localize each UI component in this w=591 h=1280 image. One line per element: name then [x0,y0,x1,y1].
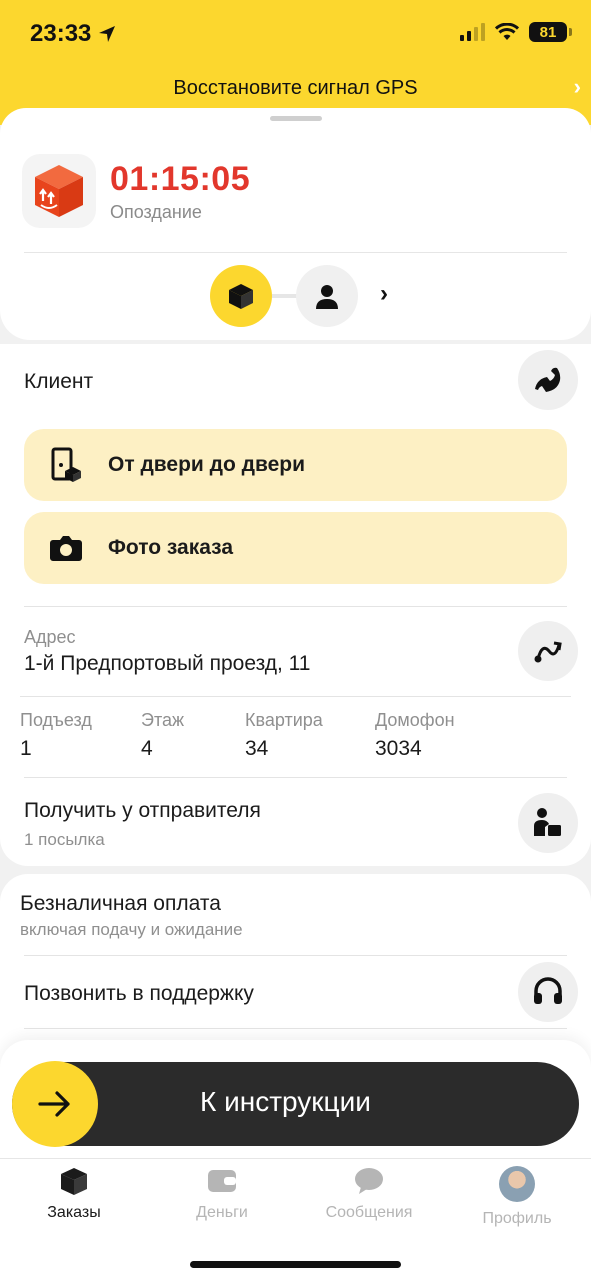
payment-subtitle: включая подачу и ожидание [20,920,243,939]
divider [24,606,567,607]
status-time: 23:33 [30,20,117,48]
pickup-title: Получить у отправителя [24,799,261,822]
pickup-subtitle: 1 посылка [24,830,105,849]
tab-orders[interactable]: Заказы [14,1166,134,1222]
status-bar: 23:33 81 Восстановите сигнал GPS › [0,0,591,125]
tab-money[interactable]: Деньги [162,1166,282,1222]
arrow-right-icon [38,1091,70,1117]
box-icon [229,284,253,309]
client-label: Клиент [24,370,94,393]
address-label: Адрес [24,627,76,647]
divider [20,696,571,697]
entrance-value: 1 [20,737,32,760]
intercom-label: Домофон [375,710,455,730]
bottom-panel: К инструкции Заказы Деньги Сообщения Про… [0,1040,591,1280]
divider [24,777,567,778]
step-parcel[interactable] [210,265,272,327]
divider [24,252,567,253]
tab-orders-label: Заказы [47,1204,101,1221]
floor-value: 4 [141,737,153,760]
tabbar-divider [0,1158,591,1159]
entrance-label: Подъезд [20,710,92,730]
order-sheet: 01:15:05 Опоздание › [0,108,591,340]
avatar [499,1166,535,1202]
late-timer: 01:15:05 [110,160,251,198]
apartment-value: 34 [245,737,269,760]
phone-icon [535,367,561,392]
door-to-door-label: От двери до двери [108,453,306,476]
parcel-box-icon [22,154,96,228]
slider-handle[interactable] [12,1061,98,1147]
clock: 23:33 [30,20,92,47]
apartment-label: Квартира [245,710,323,730]
battery-indicator: 81 [529,22,572,42]
tab-profile-label: Профиль [482,1210,552,1227]
route-button[interactable] [518,621,578,681]
tab-messages[interactable]: Сообщения [309,1166,429,1222]
intercom-value: 3034 [375,737,422,760]
wallet-icon [208,1170,236,1192]
route-icon [534,641,562,663]
order-photo-label: Фото заказа [108,536,234,559]
chat-icon [355,1168,383,1194]
steps-chevron-icon[interactable]: › [380,280,388,308]
tab-money-label: Деньги [196,1204,248,1221]
location-arrow-icon [99,26,116,42]
door-to-door-button[interactable]: От двери до двери [24,429,567,501]
pickup-button[interactable] [518,793,578,853]
divider [24,1028,567,1029]
headset-icon [534,977,562,1004]
gps-banner[interactable]: Восстановите сигнал GPS [0,72,591,104]
tab-profile[interactable]: Профиль [457,1166,577,1228]
payment-title: Безналичная оплата [20,892,221,915]
support-label: Позвонить в поддержку [24,982,254,1005]
step-connector [272,294,298,298]
floor-label: Этаж [141,710,185,730]
person-parcel-icon [534,808,561,836]
wifi-icon [495,23,519,40]
order-photo-button[interactable]: Фото заказа [24,512,567,584]
instructions-slider[interactable]: К инструкции [12,1061,579,1147]
call-client-button[interactable] [518,350,578,410]
box-icon [61,1168,87,1195]
person-icon [316,285,338,309]
cellular-signal-icon [460,23,485,41]
divider [24,955,567,956]
sheet-grabber[interactable] [270,116,322,121]
late-status: Опоздание [110,202,202,222]
instructions-label: К инструкции [200,1086,371,1117]
home-indicator [190,1261,401,1268]
camera-icon [50,536,82,561]
address-value[interactable]: 1-й Предпортовый проезд, 11 [24,652,310,676]
status-indicators: 81 [460,22,572,42]
step-client[interactable] [296,265,358,327]
order-details-card: Клиент От двери до двери Фото заказа Адр… [0,344,591,866]
chevron-right-icon[interactable]: › [574,74,581,100]
tab-messages-label: Сообщения [325,1204,413,1221]
call-support-button[interactable] [518,962,578,1022]
door-parcel-icon [51,447,81,482]
